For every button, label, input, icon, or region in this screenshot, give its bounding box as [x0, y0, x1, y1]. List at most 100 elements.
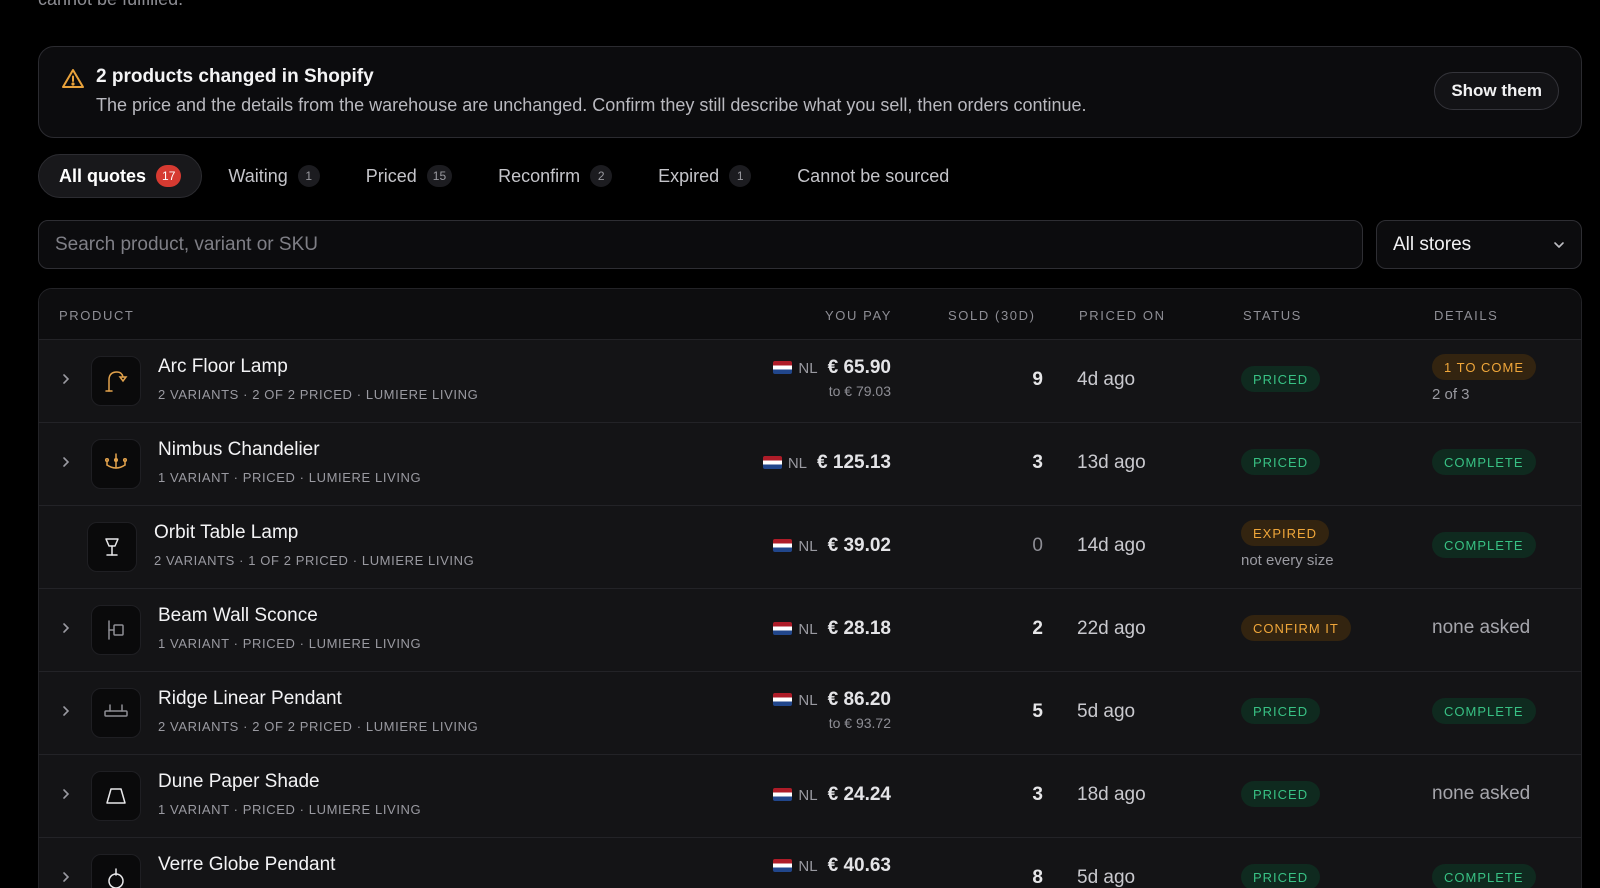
tab-cannot-be-sourced[interactable]: Cannot be sourced	[777, 154, 969, 198]
show-them-button[interactable]: Show them	[1434, 72, 1559, 110]
details-cell: 1 TO COME 2 of 3	[1432, 354, 1537, 403]
tab-label: Expired	[658, 165, 720, 186]
tab-expired[interactable]: Expired 1	[638, 154, 771, 198]
tab-count-badge: 1	[729, 165, 752, 187]
sold-count: 2	[1032, 618, 1043, 639]
details-text: none asked	[1432, 617, 1531, 638]
product-meta: 2 VARIANTS · 1 OF 2 PRICED · LUMIERE LIV…	[154, 553, 475, 568]
tab-count-badge: 15	[426, 165, 453, 187]
chevron-right-icon[interactable]	[59, 372, 73, 386]
banner-title: 2 products changed in Shopify	[96, 66, 374, 87]
store-filter-select[interactable]: All stores	[1376, 220, 1582, 269]
priced-on: 14d ago	[1077, 535, 1146, 556]
table-header: PRODUCT YOU PAY SOLD (30D) PRICED ON STA…	[39, 289, 1581, 340]
tab-reconfirm[interactable]: Reconfirm 2	[478, 154, 632, 198]
you-pay-cell: NL € 40.63	[773, 855, 891, 877]
product-thumbnail	[91, 854, 141, 888]
price-amount: € 86.20	[827, 689, 891, 710]
status-cell: PRICED	[1241, 449, 1321, 475]
netherlands-flag-icon	[773, 693, 793, 706]
warning-triangle-icon	[62, 69, 84, 88]
status-sub: not every size	[1241, 552, 1334, 569]
product-thumbnail	[91, 688, 141, 738]
tab-count-badge: 1	[297, 165, 320, 187]
table-row[interactable]: Verre Globe Pendant NL € 40.63 8 5d ago P…	[39, 838, 1581, 888]
priced-on: 5d ago	[1077, 701, 1136, 722]
header-priced-on: PRICED ON	[1079, 308, 1166, 323]
price-range-to: to € 79.03	[828, 383, 891, 399]
details-badge: COMPLETE	[1432, 864, 1536, 888]
header-details: DETAILS	[1434, 308, 1499, 323]
tab-priced[interactable]: Priced 15	[346, 154, 472, 198]
chevron-right-icon[interactable]	[59, 870, 73, 884]
price-amount: € 125.13	[817, 452, 891, 473]
priced-on: 5d ago	[1077, 867, 1136, 888]
sold-count: 3	[1032, 452, 1043, 473]
search-input[interactable]	[38, 220, 1363, 269]
table-row[interactable]: Beam Wall Sconce 1 VARIANT · PRICED · LU…	[39, 589, 1581, 672]
tab-count-badge: 2	[590, 165, 613, 187]
product-thumbnail	[91, 605, 141, 655]
product-name: Ridge Linear Pendant	[158, 688, 342, 709]
netherlands-flag-icon	[773, 361, 793, 374]
details-cell: none asked	[1432, 781, 1530, 807]
header-you-pay: YOU PAY	[825, 308, 893, 323]
country-code: NL	[798, 787, 818, 804]
quotes-table: PRODUCT YOU PAY SOLD (30D) PRICED ON STA…	[38, 288, 1582, 888]
header-sold: SOLD (30D)	[948, 308, 1036, 323]
country-code: NL	[798, 692, 818, 709]
product-name: Dune Paper Shade	[158, 771, 320, 792]
country-code: NL	[798, 360, 818, 377]
netherlands-flag-icon	[773, 539, 793, 552]
tab-all-quotes[interactable]: All quotes 17	[38, 154, 203, 198]
price-amount: € 39.02	[827, 535, 891, 556]
sold-count: 5	[1032, 701, 1043, 722]
table-row[interactable]: Ridge Linear Pendant 2 VARIANTS · 2 OF 2…	[39, 672, 1581, 755]
shopify-change-banner: 2 products changed in Shopify The price …	[38, 46, 1582, 138]
table-row[interactable]: Orbit Table Lamp 2 VARIANTS · 1 OF 2 PRI…	[39, 506, 1581, 589]
header-product: PRODUCT	[59, 308, 135, 323]
details-sub: 2 of 3	[1432, 386, 1470, 403]
chevron-right-icon[interactable]	[59, 621, 73, 635]
product-thumbnail	[91, 439, 141, 489]
sold-count: 3	[1032, 784, 1043, 805]
you-pay-cell: NL € 125.13	[762, 452, 891, 474]
sold-count: 0	[1032, 535, 1043, 556]
tab-count-badge: 17	[156, 165, 182, 187]
product-thumbnail	[91, 356, 141, 406]
status-cell: PRICED	[1241, 781, 1321, 807]
product-name: Verre Globe Pendant	[158, 854, 336, 875]
price-amount: € 65.90	[827, 357, 891, 378]
product-name: Nimbus Chandelier	[158, 439, 320, 460]
you-pay-cell: NL € 86.20 to € 93.72	[773, 689, 891, 731]
banner-description: The price and the details from the wareh…	[96, 95, 1087, 115]
product-name: Orbit Table Lamp	[154, 522, 299, 543]
product-meta: 2 VARIANTS · 2 OF 2 PRICED · LUMIERE LIV…	[158, 387, 479, 402]
chevron-right-icon[interactable]	[59, 787, 73, 801]
you-pay-cell: NL € 39.02	[773, 535, 891, 557]
tab-label: Waiting	[228, 165, 288, 186]
details-badge: 1 TO COME	[1432, 354, 1537, 380]
you-pay-cell: NL € 24.24	[773, 784, 891, 806]
priced-on: 13d ago	[1077, 452, 1146, 473]
country-code: NL	[798, 858, 818, 875]
product-thumbnail	[87, 522, 137, 572]
chevron-right-icon[interactable]	[59, 704, 73, 718]
priced-on: 18d ago	[1077, 784, 1146, 805]
netherlands-flag-icon	[773, 622, 793, 635]
country-code: NL	[787, 455, 808, 472]
globe-pendant-icon	[108, 868, 124, 888]
tab-waiting[interactable]: Waiting 1	[208, 154, 339, 198]
table-row[interactable]: Dune Paper Shade 1 VARIANT · PRICED · LU…	[39, 755, 1581, 838]
price-amount: € 40.63	[827, 855, 891, 876]
table-row[interactable]: Nimbus Chandelier 1 VARIANT · PRICED · L…	[39, 423, 1581, 506]
header-status: STATUS	[1243, 308, 1302, 323]
table-row[interactable]: Arc Floor Lamp 2 VARIANTS · 2 OF 2 PRICE…	[39, 340, 1581, 423]
paper-shade-icon	[106, 788, 126, 804]
details-text: none asked	[1432, 783, 1531, 804]
table-lamp-icon	[105, 538, 119, 556]
product-meta: 1 VARIANT · PRICED · LUMIERE LIVING	[158, 802, 422, 817]
chevron-right-icon[interactable]	[59, 455, 73, 469]
clipped-subtitle: cannot be fulfilled.	[38, 0, 183, 10]
details-badge: COMPLETE	[1432, 532, 1536, 558]
